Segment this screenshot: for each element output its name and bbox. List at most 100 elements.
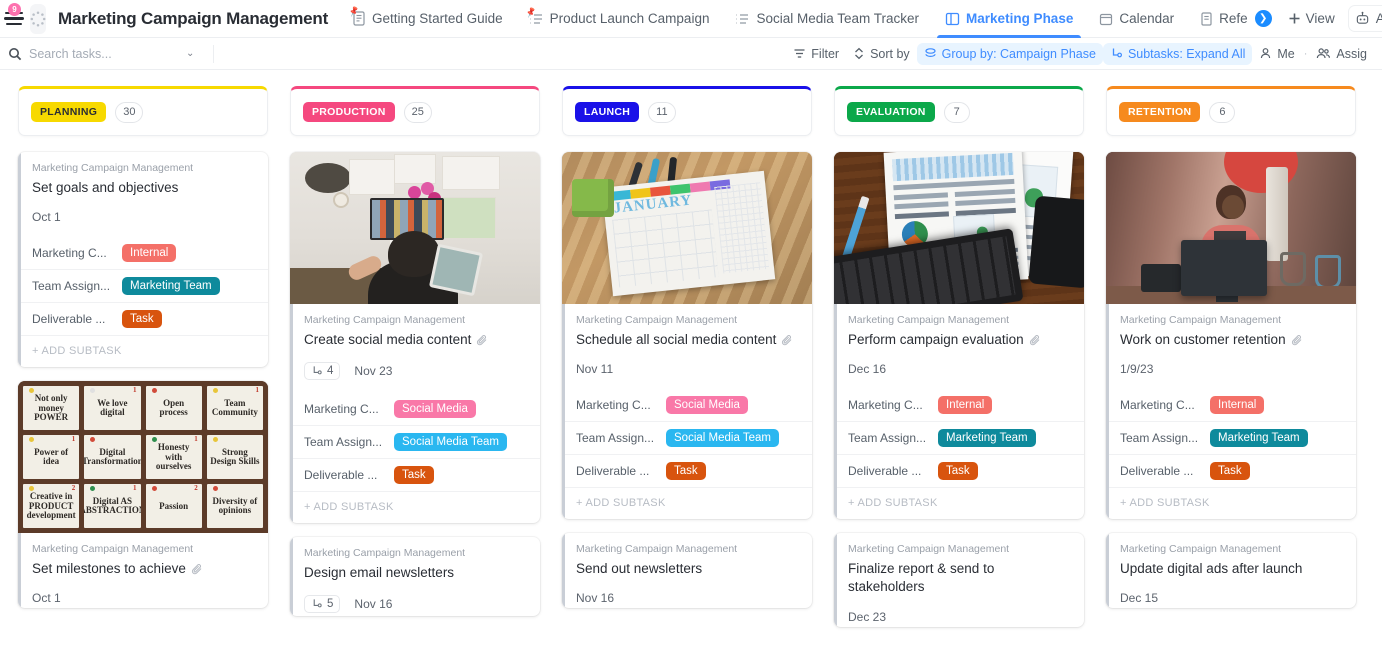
subtask-count[interactable]: 4 <box>304 362 341 381</box>
card-title[interactable]: Finalize report & send to stakeholders <box>848 560 1072 596</box>
custom-field-value[interactable]: Internal <box>938 396 993 415</box>
task-card[interactable]: Marketing Campaign Management Design ema… <box>290 537 540 617</box>
subtasks-button[interactable]: Subtasks: Expand All <box>1102 42 1253 65</box>
card-due-date[interactable]: 1/9/23 <box>1120 362 1153 376</box>
card-title[interactable]: Schedule all social media content <box>576 331 800 349</box>
column-header[interactable]: RETENTION 6 <box>1106 86 1356 136</box>
card-custom-field[interactable]: Deliverable ... Task <box>1106 454 1356 487</box>
card-custom-field[interactable]: Deliverable ... Task <box>834 454 1084 487</box>
card-due-date[interactable]: Dec 23 <box>848 610 886 624</box>
task-card[interactable]: Marketing Campaign Management Work on cu… <box>1106 152 1356 520</box>
card-title[interactable]: Set milestones to achieve <box>32 560 256 578</box>
doc-icon: 📌 <box>348 6 366 26</box>
custom-field-value[interactable]: Task <box>666 462 706 481</box>
main-menu-button[interactable]: 9 <box>0 0 24 38</box>
status-badge[interactable]: RETENTION <box>1119 102 1201 122</box>
card-title[interactable]: Design email newsletters <box>304 564 528 582</box>
task-card[interactable]: Marketing Campaign Management Set goals … <box>18 152 268 368</box>
card-due-date[interactable]: Oct 1 <box>32 210 61 224</box>
add-subtask-button[interactable]: + ADD SUBTASK <box>562 487 812 519</box>
card-due-date[interactable]: Nov 16 <box>576 591 614 605</box>
pushpin-icon <box>29 437 34 443</box>
card-custom-field[interactable]: Team Assign... Social Media Team <box>290 425 540 458</box>
status-badge[interactable]: EVALUATION <box>847 102 935 122</box>
card-custom-field[interactable]: Deliverable ... Task <box>562 454 812 487</box>
pushpin-icon <box>151 486 157 492</box>
column-header[interactable]: EVALUATION 7 <box>834 86 1084 136</box>
column-header[interactable]: LAUNCH 11 <box>562 86 812 136</box>
custom-field-value[interactable]: Marketing Team <box>938 429 1036 448</box>
custom-field-value[interactable]: Social Media <box>394 400 476 419</box>
task-card[interactable]: Marketing Campaign Management Send out n… <box>562 533 812 609</box>
custom-field-value[interactable]: Internal <box>122 244 177 263</box>
search-box[interactable]: ⌄ <box>8 46 213 61</box>
loading-spinner-icon[interactable] <box>30 3 46 34</box>
add-view-button[interactable]: View <box>1288 11 1335 26</box>
card-due-date[interactable]: Nov 11 <box>576 362 613 376</box>
custom-field-value[interactable]: Task <box>938 462 978 481</box>
search-input[interactable] <box>29 46 179 61</box>
task-card[interactable]: Marketing Campaign Management Finalize r… <box>834 533 1084 627</box>
card-custom-field[interactable]: Marketing C... Internal <box>1106 389 1356 421</box>
task-card[interactable]: Marketing Campaign Management Perform ca… <box>834 152 1084 520</box>
tab-product-launch-campaign[interactable]: 📌 Product Launch Campaign <box>524 0 712 38</box>
filter-button[interactable]: Filter <box>786 43 846 65</box>
task-card[interactable]: Not only money POWER 1 We love digital O… <box>18 381 268 609</box>
card-due-date[interactable]: Nov 23 <box>354 364 392 378</box>
card-custom-field[interactable]: Deliverable ... Task <box>18 302 268 335</box>
custom-field-value[interactable]: Internal <box>1210 396 1265 415</box>
custom-field-value[interactable]: Social Media Team <box>394 433 507 452</box>
status-badge[interactable]: LAUNCH <box>575 102 640 122</box>
assignee-filter-button[interactable]: Assig <box>1309 43 1374 65</box>
tab-reference[interactable]: Refe ❯ <box>1198 0 1274 38</box>
card-title[interactable]: Perform campaign evaluation <box>848 331 1072 349</box>
custom-field-value[interactable]: Marketing Team <box>1210 429 1308 448</box>
add-subtask-button[interactable]: + ADD SUBTASK <box>1106 487 1356 519</box>
status-badge[interactable]: PRODUCTION <box>303 102 395 122</box>
card-due-date[interactable]: Nov 16 <box>354 597 392 611</box>
group-by-button[interactable]: Group by: Campaign Phase <box>916 42 1103 65</box>
custom-field-value[interactable]: Task <box>122 310 162 329</box>
column-header[interactable]: PRODUCTION 25 <box>290 86 540 136</box>
column-header[interactable]: PLANNING 30 <box>18 86 268 136</box>
add-subtask-button[interactable]: + ADD SUBTASK <box>290 491 540 523</box>
card-custom-field[interactable]: Team Assign... Marketing Team <box>18 269 268 302</box>
card-custom-field[interactable]: Deliverable ... Task <box>290 458 540 491</box>
custom-field-value[interactable]: Task <box>1210 462 1250 481</box>
tab-social-media-team-tracker[interactable]: Social Media Team Tracker <box>733 0 921 38</box>
scroll-right-arrow-icon[interactable]: ❯ <box>1254 10 1272 27</box>
me-filter-button[interactable]: Me <box>1252 43 1301 65</box>
card-title[interactable]: Update digital ads after launch <box>1120 560 1344 578</box>
chevron-down-icon[interactable]: ⌄ <box>186 48 194 59</box>
card-custom-field[interactable]: Team Assign... Social Media Team <box>562 421 812 454</box>
custom-field-value[interactable]: Social Media Team <box>666 429 779 448</box>
task-card[interactable]: JANUARY Marketing Campaign Management Sc… <box>562 152 812 520</box>
status-badge[interactable]: PLANNING <box>31 102 107 122</box>
card-title[interactable]: Create social media content <box>304 331 528 349</box>
add-subtask-button[interactable]: + ADD SUBTASK <box>18 335 268 367</box>
tab-calendar[interactable]: Calendar <box>1097 0 1176 38</box>
add-subtask-button[interactable]: + ADD SUBTASK <box>834 487 1084 519</box>
card-due-date[interactable]: Dec 15 <box>1120 591 1158 605</box>
card-custom-field[interactable]: Team Assign... Marketing Team <box>834 421 1084 454</box>
custom-field-value[interactable]: Marketing Team <box>122 277 220 296</box>
card-custom-field[interactable]: Marketing C... Internal <box>18 237 268 269</box>
tab-getting-started-guide[interactable]: 📌 Getting Started Guide <box>348 0 505 38</box>
tab-marketing-phase[interactable]: Marketing Phase <box>937 0 1082 38</box>
card-custom-field[interactable]: Marketing C... Social Media <box>562 389 812 421</box>
sort-button[interactable]: Sort by <box>846 43 917 65</box>
custom-field-value[interactable]: Task <box>394 466 434 485</box>
card-custom-field[interactable]: Marketing C... Social Media <box>290 393 540 425</box>
subtask-count[interactable]: 5 <box>304 595 341 614</box>
automations-button[interactable]: Automat <box>1348 6 1382 31</box>
card-title[interactable]: Send out newsletters <box>576 560 800 578</box>
card-title[interactable]: Set goals and objectives <box>32 179 256 197</box>
task-card[interactable]: Marketing Campaign Management Update dig… <box>1106 533 1356 609</box>
custom-field-value[interactable]: Social Media <box>666 396 748 415</box>
card-due-date[interactable]: Oct 1 <box>32 591 61 605</box>
card-title[interactable]: Work on customer retention <box>1120 331 1344 349</box>
task-card[interactable]: Marketing Campaign Management Create soc… <box>290 152 540 524</box>
card-custom-field[interactable]: Team Assign... Marketing Team <box>1106 421 1356 454</box>
card-custom-field[interactable]: Marketing C... Internal <box>834 389 1084 421</box>
card-due-date[interactable]: Dec 16 <box>848 362 886 376</box>
